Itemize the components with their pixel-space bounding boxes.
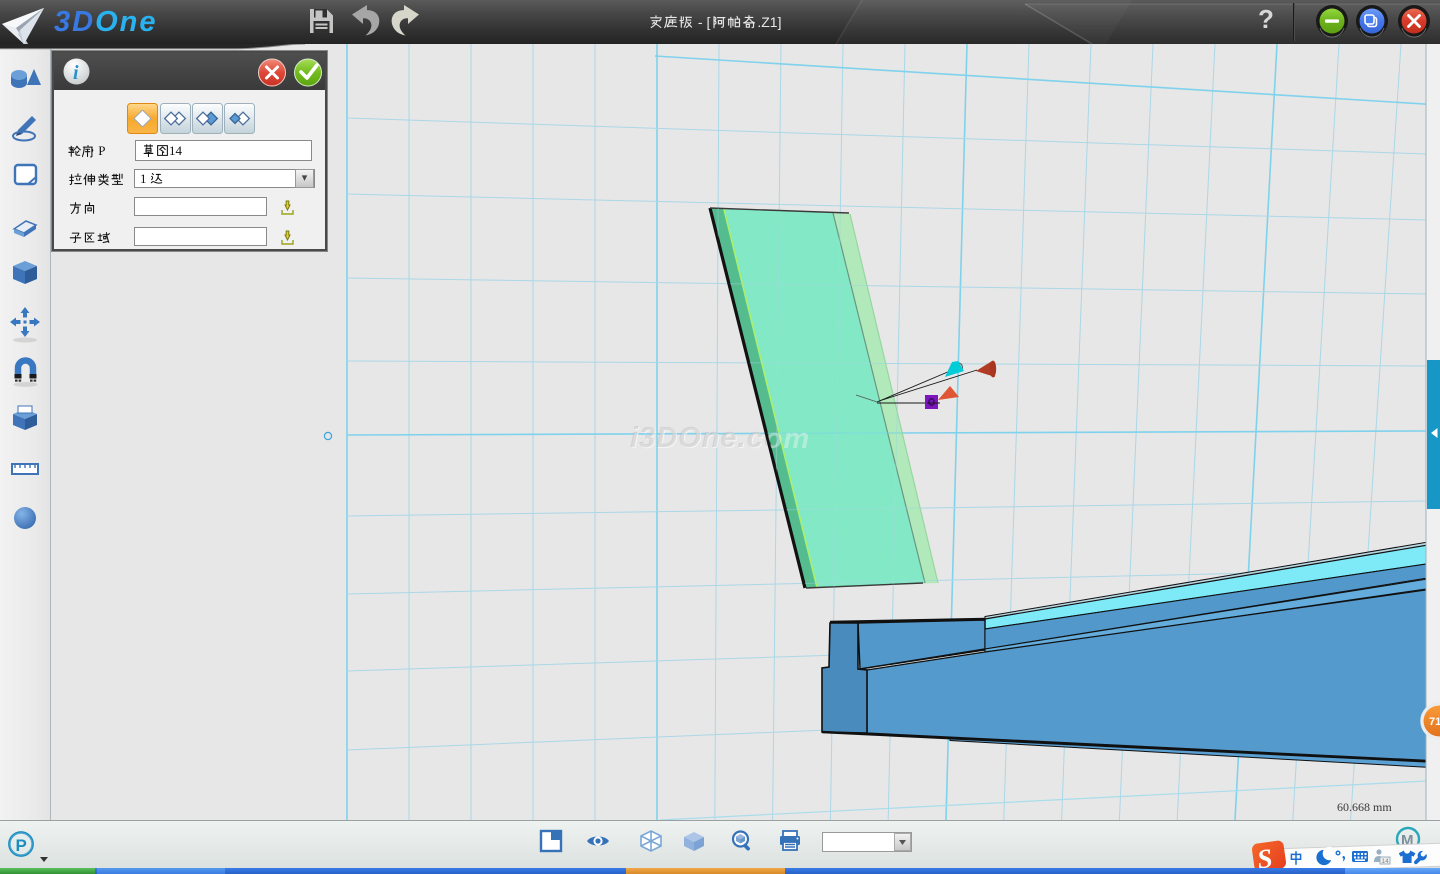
svg-text:60.668 mm: 60.668 mm — [1337, 800, 1392, 814]
svg-text:P: P — [16, 836, 27, 855]
svg-text:14: 14 — [1382, 858, 1390, 865]
svg-text:71: 71 — [1429, 716, 1440, 728]
svg-text:i: i — [73, 62, 79, 84]
